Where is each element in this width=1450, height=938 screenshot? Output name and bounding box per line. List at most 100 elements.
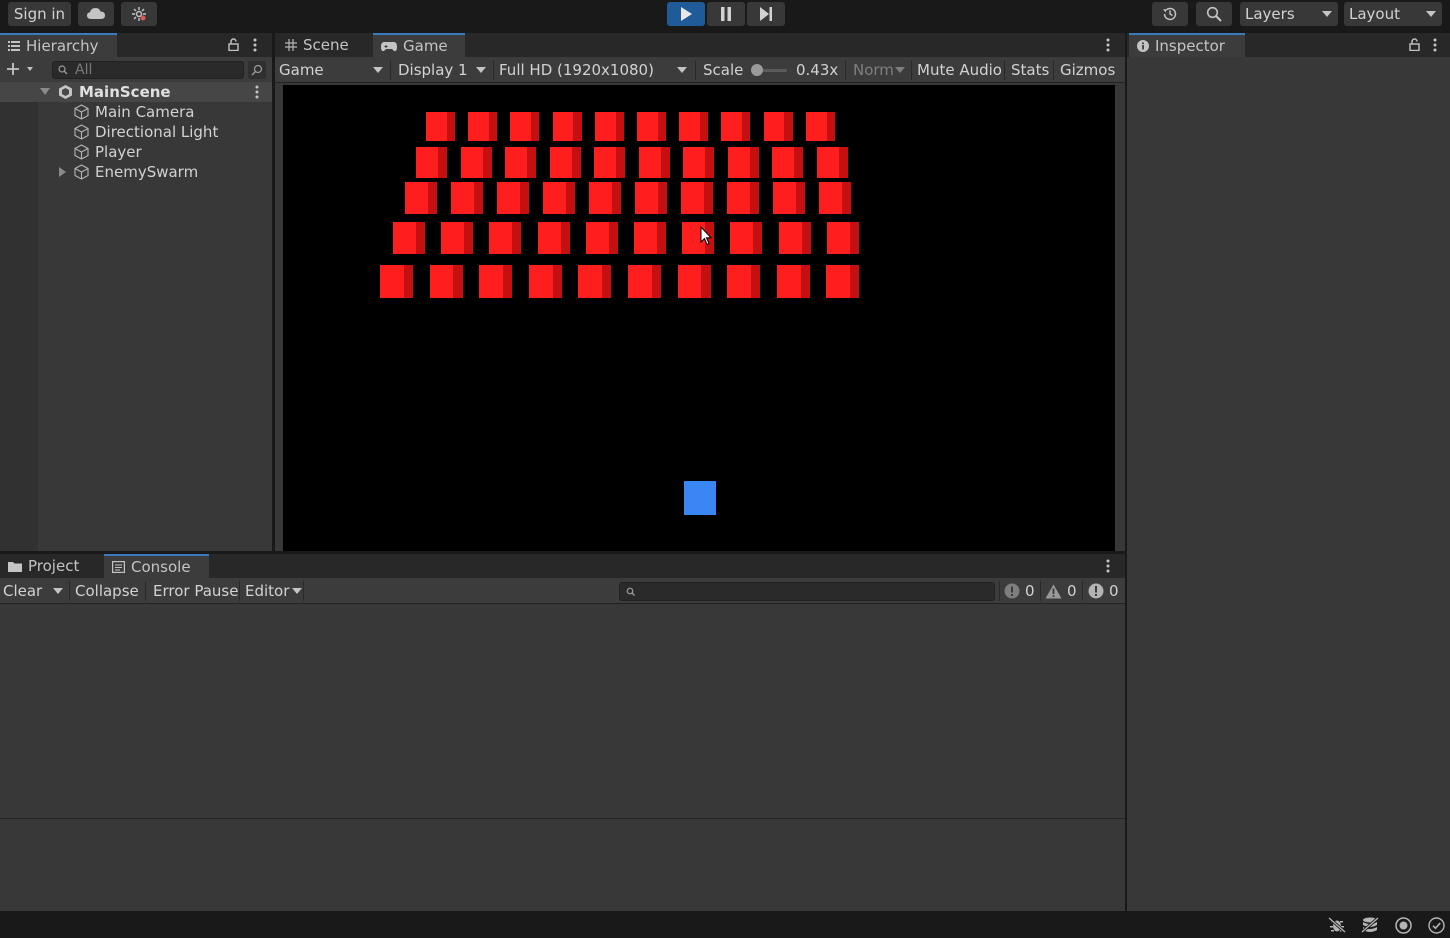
display-dropdown[interactable]: Display 1 — [398, 57, 490, 83]
warning-icon — [1045, 584, 1062, 598]
enemy-cube — [776, 265, 810, 298]
log-count-toggle[interactable]: 0 — [1004, 578, 1035, 604]
tab-project[interactable]: Project — [0, 554, 100, 578]
check-status-icon[interactable] — [1428, 917, 1445, 934]
game-viewport[interactable] — [283, 85, 1115, 551]
tab-scene[interactable]: Scene — [277, 33, 369, 57]
enemy-cube — [441, 222, 474, 254]
expand-arrow-icon[interactable] — [40, 88, 50, 96]
enemy-cube — [416, 147, 447, 178]
console-detail-area — [0, 819, 1125, 911]
add-icon[interactable] — [6, 62, 34, 76]
sign-in-button[interactable]: Sign in — [8, 2, 71, 26]
cache-server-icon[interactable] — [1361, 917, 1379, 933]
gameobject-cube-icon — [74, 144, 89, 160]
mute-audio-button[interactable]: Mute Audio — [917, 57, 1002, 83]
inspector-tabbar: Inspector — [1127, 33, 1450, 57]
hierarchy-item-enemyswarm[interactable]: EnemySwarm — [0, 162, 272, 182]
search-placeholder: All — [75, 62, 93, 78]
layout-label: Layout — [1349, 5, 1400, 23]
search-icon — [626, 587, 636, 597]
kebab-menu-icon[interactable] — [1106, 559, 1110, 573]
tab-hierarchy-label: Hierarchy — [26, 37, 99, 55]
enemy-cube — [489, 222, 522, 254]
scale-label: Scale — [703, 61, 744, 79]
kebab-menu-icon[interactable] — [253, 38, 257, 52]
tab-inspector[interactable]: Inspector — [1129, 33, 1245, 57]
step-button[interactable] — [747, 2, 785, 26]
warning-count: 0 — [1067, 582, 1077, 600]
pause-button[interactable] — [707, 2, 745, 26]
clear-options-dropdown-icon[interactable] — [53, 588, 63, 595]
scene-row[interactable]: MainScene — [0, 82, 272, 102]
hierarchy-item-main-camera[interactable]: Main Camera — [0, 102, 272, 122]
info-icon — [1137, 40, 1149, 52]
console-log-list[interactable] — [0, 604, 1125, 818]
stats-button[interactable]: Stats — [1011, 57, 1049, 83]
error-icon — [1088, 583, 1104, 599]
game-mode-label: Game — [279, 61, 324, 79]
editor-dropdown[interactable]: Editor — [245, 578, 303, 604]
cloud-icon[interactable] — [78, 2, 114, 26]
collapse-button[interactable]: Collapse — [75, 578, 139, 604]
game-mode-dropdown[interactable]: Game — [279, 57, 387, 83]
tab-console[interactable]: Console — [104, 554, 209, 578]
scale-slider-handle[interactable] — [751, 64, 763, 76]
console-toolbar: Clear Collapse Error Pause Editor 0 0 0 — [0, 578, 1125, 604]
enemy-cube — [594, 112, 624, 141]
error-pause-button[interactable]: Error Pause — [153, 578, 238, 604]
resolution-label: Full HD (1920x1080) — [499, 61, 654, 79]
lock-icon[interactable] — [228, 38, 239, 51]
lock-icon[interactable] — [1409, 38, 1420, 51]
kebab-menu-icon[interactable] — [1106, 38, 1110, 52]
tab-game[interactable]: Game — [373, 33, 465, 57]
game-control-bar: Game Display 1 Full HD (1920x1080) Scale… — [275, 57, 1125, 83]
enemy-cube — [594, 147, 625, 178]
progress-icon[interactable] — [1395, 917, 1412, 934]
enemy-cube — [505, 147, 536, 178]
tab-console-label: Console — [131, 558, 191, 576]
layout-dropdown[interactable]: Layout — [1344, 2, 1442, 26]
console-search-input[interactable] — [619, 582, 995, 601]
collab-icon[interactable] — [121, 2, 157, 26]
search-icon[interactable] — [1196, 2, 1232, 26]
hierarchy-item-directional-light[interactable]: Directional Light — [0, 122, 272, 142]
enemy-cube — [578, 265, 612, 298]
enemy-cube — [826, 265, 860, 298]
debug-off-icon[interactable] — [1328, 917, 1346, 933]
enemy-cube — [727, 147, 759, 178]
gamepad-icon — [381, 41, 397, 52]
enemy-cube — [552, 112, 582, 141]
enemy-cube — [468, 112, 498, 141]
search-scope-icon[interactable] — [248, 61, 266, 79]
warning-count-toggle[interactable]: 0 — [1045, 578, 1077, 604]
scene-menu-icon[interactable] — [255, 85, 259, 99]
layers-dropdown[interactable]: Layers — [1240, 2, 1338, 26]
resolution-dropdown[interactable]: Full HD (1920x1080) — [499, 57, 691, 83]
gizmos-button[interactable]: Gizmos — [1060, 57, 1115, 83]
status-bar — [0, 911, 1450, 938]
enemy-cube — [816, 147, 848, 178]
enemy-cube — [393, 222, 426, 254]
kebab-menu-icon[interactable] — [1433, 38, 1437, 52]
norm-dropdown[interactable]: Norm — [853, 57, 909, 83]
layers-label: Layers — [1245, 5, 1295, 23]
expand-arrow-icon[interactable] — [59, 167, 67, 177]
hierarchy-search-input[interactable]: All — [52, 61, 244, 79]
hierarchy-item-player[interactable]: Player — [0, 142, 272, 162]
enemy-cube — [585, 222, 618, 254]
error-count: 0 — [1109, 582, 1119, 600]
error-count-toggle[interactable]: 0 — [1088, 578, 1119, 604]
gameobject-cube-icon — [74, 124, 89, 140]
enemy-cube — [460, 147, 492, 178]
enemy-cube — [405, 182, 438, 214]
enemy-cube — [634, 222, 667, 254]
play-button[interactable] — [667, 2, 705, 26]
tab-hierarchy[interactable]: Hierarchy — [0, 33, 117, 57]
scale-value: 0.43x — [796, 61, 839, 79]
history-icon[interactable] — [1152, 2, 1188, 26]
console-icon — [112, 561, 125, 573]
clear-button[interactable]: Clear — [3, 578, 42, 604]
hierarchy-panel: Hierarchy All MainScene Main Camera Dire… — [0, 33, 272, 551]
info-icon — [1004, 583, 1020, 599]
